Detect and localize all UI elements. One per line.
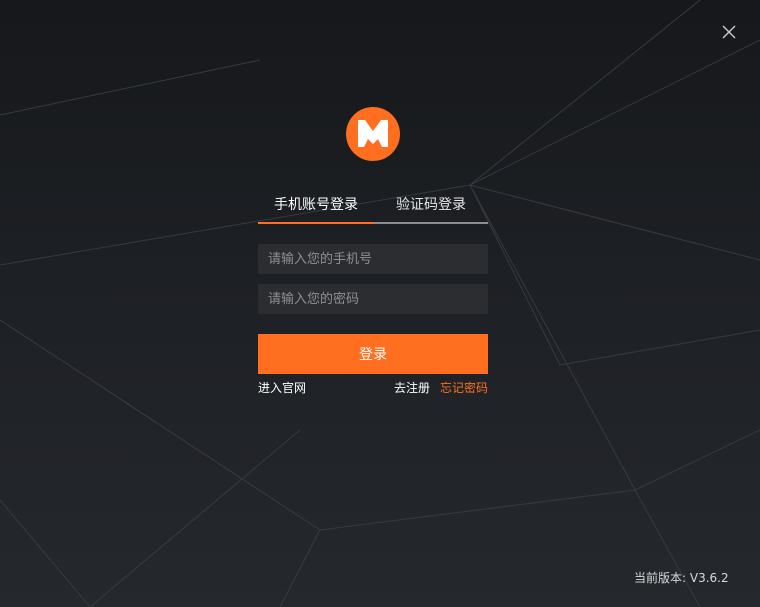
login-window: 手机账号登录 验证码登录 登录 进入官网 去注册 忘记密码 当前版本: V3.6… (0, 0, 760, 607)
close-icon (722, 25, 736, 39)
tab-phone-login[interactable]: 手机账号登录 (258, 192, 374, 224)
password-input[interactable] (258, 284, 488, 314)
phone-input[interactable] (258, 244, 488, 274)
website-link[interactable]: 进入官网 (258, 380, 306, 396)
tab-code-login[interactable]: 验证码登录 (374, 192, 488, 224)
close-button[interactable] (715, 18, 743, 46)
register-link[interactable]: 去注册 (394, 380, 430, 396)
login-button[interactable]: 登录 (258, 334, 488, 374)
app-logo (345, 106, 401, 162)
version-label: 当前版本: V3.6.2 (634, 571, 729, 585)
forgot-password-link[interactable]: 忘记密码 (440, 380, 488, 396)
m-logo-icon (346, 107, 400, 161)
login-tabs: 手机账号登录 验证码登录 (258, 192, 488, 224)
